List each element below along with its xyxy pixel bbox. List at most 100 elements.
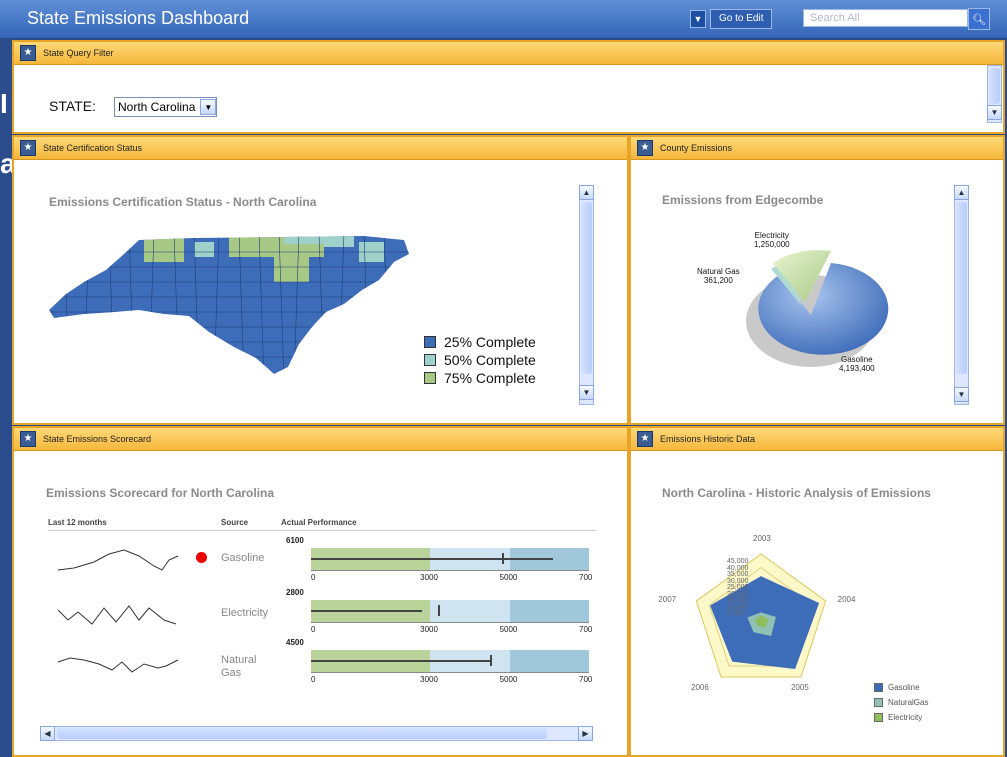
panel-header: ★ County Emissions — [631, 137, 1003, 160]
header-divider — [48, 530, 596, 531]
sparkline-gasoline — [57, 549, 179, 571]
legend-swatch — [874, 713, 883, 722]
panel-header: ★ State Query Filter — [14, 42, 1003, 65]
source-label: Natural Gas — [221, 654, 257, 679]
state-select[interactable]: North Carolina ▼ — [114, 97, 218, 117]
source-label: Electricity — [221, 607, 269, 619]
county-scrollbar[interactable] — [954, 185, 969, 405]
bullet-value-label: 6100 — [286, 536, 304, 545]
search-button[interactable]: 🔍︎ — [968, 8, 990, 30]
pie-label-natural-gas: Natural Gas 361,200 — [697, 267, 740, 285]
legend-swatch — [424, 354, 436, 366]
bullet-axis — [311, 672, 589, 673]
chart-title: Emissions Scorecard for North Carolina — [46, 486, 275, 500]
bullet-bar — [311, 558, 554, 560]
chevron-down-icon[interactable]: ▼ — [690, 10, 706, 28]
column-header-period: Last 12 months — [48, 518, 107, 527]
scrollbar-thumb[interactable] — [57, 728, 547, 739]
county-emissions-panel: ★ County Emissions Emissions from Edgeco… — [629, 135, 1005, 425]
scroll-down-button[interactable]: ▼ — [579, 385, 594, 400]
bullet-bar — [311, 660, 490, 662]
star-icon: ★ — [637, 140, 653, 156]
star-icon: ★ — [637, 431, 653, 447]
sparklines — [57, 549, 179, 673]
bullet-target-marker — [501, 553, 504, 564]
app-title: State Emissions Dashboard — [27, 8, 250, 28]
scroll-down-button[interactable]: ▼ — [987, 105, 1002, 120]
go-to-edit-control[interactable]: ▼ Go to Edit — [690, 9, 773, 29]
scroll-up-button[interactable]: ▲ — [579, 185, 594, 200]
go-to-edit-button[interactable]: Go to Edit — [710, 9, 773, 29]
legend-swatch — [874, 683, 883, 692]
scrollbar-thumb[interactable] — [581, 202, 592, 374]
scrollbar-thumb[interactable] — [989, 68, 1000, 104]
column-header-source: Source — [221, 518, 249, 527]
chevron-down-icon[interactable]: ▼ — [200, 99, 217, 115]
panel-title: State Certification Status — [43, 143, 143, 153]
panel-header: ★ State Certification Status — [14, 137, 627, 160]
bullet-tick-label: 3000 — [420, 675, 438, 684]
bullet-tick-label: 0 — [311, 625, 316, 634]
state-select-value: North Carolina — [118, 100, 196, 114]
background-glyph: I — [0, 88, 8, 119]
scroll-left-button[interactable]: ◀ — [40, 726, 55, 741]
north-carolina-map — [49, 236, 409, 374]
bullet-axis — [311, 570, 589, 571]
source-label: Gasoline — [221, 552, 265, 564]
sparkline-electricity — [57, 605, 177, 625]
panel-title: State Query Filter — [43, 48, 114, 58]
bullet-tick-label: 0 — [311, 573, 316, 582]
bullet-axis — [311, 622, 589, 623]
legend-label: Gasoline — [888, 683, 920, 692]
bullet-band — [509, 600, 589, 622]
bullet-bar — [311, 610, 423, 612]
radar-axis-label: 2006 — [691, 683, 709, 692]
column-header-performance: Actual Performance — [281, 518, 357, 527]
legend-item: Gasoline — [874, 680, 928, 695]
scroll-up-button[interactable]: ▲ — [954, 185, 969, 200]
bullet-target-marker — [438, 605, 441, 616]
scroll-down-button[interactable]: ▼ — [954, 387, 969, 402]
legend-swatch — [424, 372, 436, 384]
legend-label: 25% Complete — [444, 334, 536, 350]
panel-header: ★ Emissions Historic Data — [631, 428, 1003, 451]
legend-item: 75% Complete — [424, 369, 536, 387]
star-icon: ★ — [20, 45, 36, 61]
bullet-tick-label: 0 — [311, 675, 316, 684]
radar-scale-label: 5,000 — [727, 610, 745, 617]
panel-title: State Emissions Scorecard — [43, 434, 152, 444]
chart-title: Emissions Certification Status - North C… — [49, 195, 317, 209]
top-bar: State Emissions Dashboard ▼ Go to Edit S… — [0, 0, 1007, 39]
historic-data-panel: ★ Emissions Historic Data North Carolina… — [629, 426, 1005, 757]
radar-chart — [695, 553, 827, 678]
pie-label-electricity: Electricity 1,250,000 — [754, 231, 790, 249]
bullet-tick-label: 700 — [579, 573, 593, 582]
bullet-tick-label: 5000 — [499, 573, 518, 582]
legend-label: 50% Complete — [444, 352, 536, 368]
bullet-tick-label: 700 — [579, 675, 593, 684]
bullet-target-marker — [489, 655, 492, 666]
radar-axis-label: 2005 — [790, 683, 809, 692]
star-icon: ★ — [20, 431, 36, 447]
certification-legend: 25% Complete 50% Complete 75% Complete — [424, 333, 536, 387]
status-indicator-red — [196, 552, 207, 563]
legend-item: 25% Complete — [424, 333, 536, 351]
bullet-tick-label: 5000 — [499, 675, 518, 684]
cert-scrollbar[interactable] — [579, 185, 594, 405]
horizontal-scrollbar[interactable] — [40, 726, 593, 741]
radar-axis-label: 2004 — [837, 594, 856, 604]
state-label: STATE: — [49, 98, 96, 114]
panel-header: ★ State Emissions Scorecard — [14, 428, 627, 451]
search-input[interactable]: Search All — [803, 9, 968, 27]
legend-label: 75% Complete — [444, 370, 536, 386]
legend-item: 50% Complete — [424, 351, 536, 369]
star-icon: ★ — [20, 140, 36, 156]
legend-item: NaturalGas — [874, 695, 928, 710]
scrollbar-thumb[interactable] — [956, 202, 967, 374]
bullet-value-label: 4500 — [286, 638, 304, 647]
chart-title: North Carolina - Historic Analysis of Em… — [662, 486, 931, 500]
panel-title: County Emissions — [660, 143, 733, 153]
scroll-right-button[interactable]: ▶ — [578, 726, 593, 741]
search-icon: 🔍︎ — [972, 13, 986, 26]
emissions-scorecard-panel: ★ State Emissions Scorecard Emissions Sc… — [12, 426, 629, 757]
